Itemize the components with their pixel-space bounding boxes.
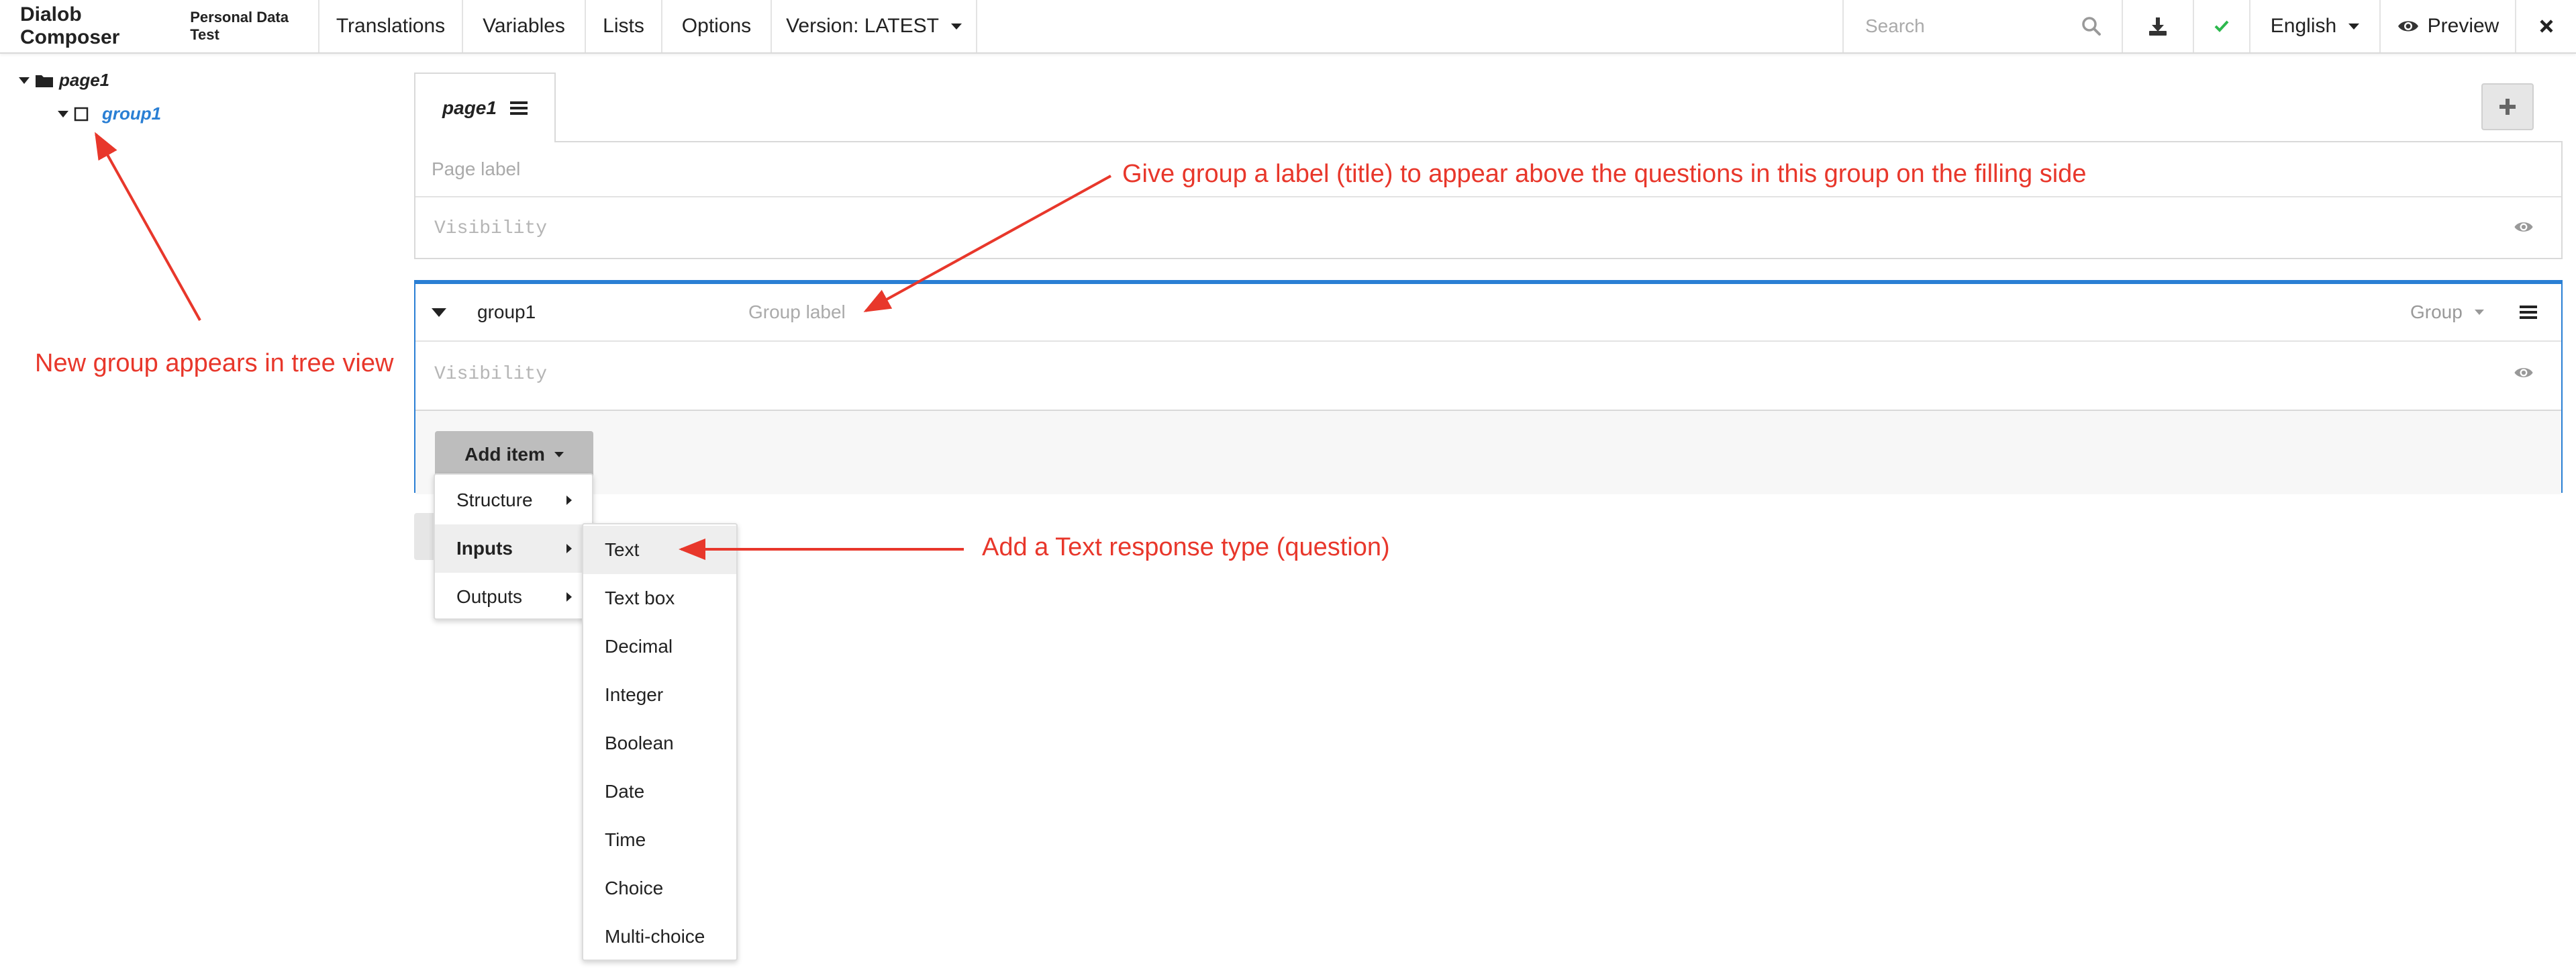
check-icon bbox=[2214, 19, 2230, 33]
page-tab-label: page1 bbox=[442, 97, 497, 118]
chevron-down-icon[interactable] bbox=[19, 77, 30, 84]
version-label: Version: LATEST bbox=[786, 15, 939, 37]
chevron-right-icon bbox=[566, 544, 572, 553]
submenu-item-boolean[interactable]: Boolean bbox=[583, 719, 736, 767]
arrow-to-tree bbox=[95, 132, 201, 321]
folder-icon bbox=[35, 73, 54, 88]
chevron-right-icon bbox=[566, 592, 572, 602]
submenu-item-time[interactable]: Time bbox=[583, 816, 736, 864]
validation-status[interactable] bbox=[2194, 0, 2250, 52]
eye-icon[interactable] bbox=[2513, 366, 2534, 379]
download-icon bbox=[2147, 15, 2169, 37]
menu-item-label: Inputs bbox=[456, 538, 513, 559]
search-box bbox=[1842, 0, 2123, 52]
chevron-right-icon bbox=[566, 496, 572, 505]
submenu-item-text-box[interactable]: Text box bbox=[583, 574, 736, 622]
menu-item-label: Outputs bbox=[456, 586, 523, 607]
preview-label: Preview bbox=[2427, 15, 2499, 37]
page-visibility-input[interactable]: Visibility bbox=[434, 218, 547, 239]
menu-item-outputs[interactable]: Outputs bbox=[435, 573, 592, 621]
nav-variables[interactable]: Variables bbox=[463, 0, 586, 52]
chevron-down-icon bbox=[2348, 23, 2360, 30]
add-item-menu: Structure Inputs Outputs bbox=[434, 473, 593, 620]
nav-lists[interactable]: Lists bbox=[586, 0, 662, 52]
submenu-item-integer[interactable]: Integer bbox=[583, 671, 736, 719]
tree-item-group1[interactable]: group1 bbox=[58, 103, 161, 124]
language-label: English bbox=[2270, 15, 2337, 37]
group-footer: Add item bbox=[415, 410, 2561, 494]
group-type-label: Group bbox=[2410, 301, 2463, 322]
submenu-item-multi-choice[interactable]: Multi-choice bbox=[583, 913, 736, 961]
group-visibility-input[interactable]: Visibility bbox=[434, 364, 547, 385]
submenu-item-text[interactable]: Text bbox=[583, 526, 736, 574]
chevron-down-icon bbox=[2474, 310, 2484, 315]
tab-page1[interactable]: page1 bbox=[414, 73, 556, 142]
top-bar: Dialob Composer Personal Data Test Trans… bbox=[0, 0, 2576, 54]
annotation-tree: New group appears in tree view bbox=[35, 349, 394, 377]
chevron-down-icon bbox=[950, 23, 962, 30]
page-label-input[interactable]: Page label bbox=[432, 158, 520, 180]
page-panel: Page label Visibility bbox=[414, 141, 2563, 259]
eye-icon bbox=[2397, 19, 2420, 34]
annotation-text-type: Add a Text response type (question) bbox=[982, 533, 1390, 561]
annotation-group-label: Give group a label (title) to appear abo… bbox=[1122, 160, 2087, 188]
close-icon bbox=[2539, 19, 2554, 34]
chevron-down-icon[interactable] bbox=[58, 110, 68, 118]
nav-translations[interactable]: Translations bbox=[319, 0, 463, 52]
app-name: Dialob Composer bbox=[20, 3, 120, 48]
tree-item-page1[interactable]: page1 bbox=[19, 70, 109, 91]
group-id: group1 bbox=[477, 301, 536, 322]
submenu-item-decimal[interactable]: Decimal bbox=[583, 622, 736, 671]
group-panel: group1 Group label Group Visibility Add … bbox=[414, 280, 2563, 494]
tree-page-label: page1 bbox=[59, 70, 110, 90]
search-icon[interactable] bbox=[2081, 16, 2101, 36]
search-input[interactable] bbox=[1864, 15, 2068, 38]
add-page-button[interactable] bbox=[2481, 83, 2534, 130]
nav-options[interactable]: Options bbox=[662, 0, 772, 52]
add-item-label: Add item bbox=[464, 444, 545, 465]
group-type-dropdown[interactable]: Group bbox=[2410, 301, 2484, 323]
download-button[interactable] bbox=[2123, 0, 2194, 52]
tree-group-label: group1 bbox=[102, 103, 162, 124]
version-dropdown[interactable]: Version: LATEST bbox=[772, 0, 977, 52]
document-name: Personal Data Test bbox=[190, 9, 289, 43]
menu-item-label: Structure bbox=[456, 490, 533, 510]
preview-button[interactable]: Preview bbox=[2381, 0, 2516, 52]
collapse-caret-icon[interactable] bbox=[432, 308, 446, 317]
menu-item-structure[interactable]: Structure bbox=[435, 476, 592, 524]
submenu-item-choice[interactable]: Choice bbox=[583, 864, 736, 913]
group-header-row: group1 Group label Group bbox=[415, 284, 2561, 342]
hamburger-icon[interactable] bbox=[509, 101, 528, 115]
close-button[interactable] bbox=[2516, 0, 2576, 52]
eye-icon[interactable] bbox=[2513, 220, 2534, 234]
brand: Dialob Composer Personal Data Test bbox=[0, 0, 319, 52]
page-visibility-row: Visibility bbox=[415, 199, 2561, 258]
group-label-input[interactable]: Group label bbox=[748, 301, 846, 323]
submenu-item-date[interactable]: Date bbox=[583, 767, 736, 816]
hamburger-icon[interactable] bbox=[2520, 305, 2537, 320]
add-item-button[interactable]: Add item bbox=[435, 431, 593, 478]
inputs-submenu: Text Text box Decimal Integer Boolean Da… bbox=[582, 523, 738, 961]
menu-item-inputs[interactable]: Inputs bbox=[435, 524, 592, 573]
chevron-down-icon bbox=[554, 452, 564, 457]
language-dropdown[interactable]: English bbox=[2250, 0, 2381, 52]
checkbox-icon bbox=[74, 107, 89, 122]
plus-icon bbox=[2499, 98, 2516, 115]
group-visibility-row: Visibility bbox=[415, 343, 2561, 405]
